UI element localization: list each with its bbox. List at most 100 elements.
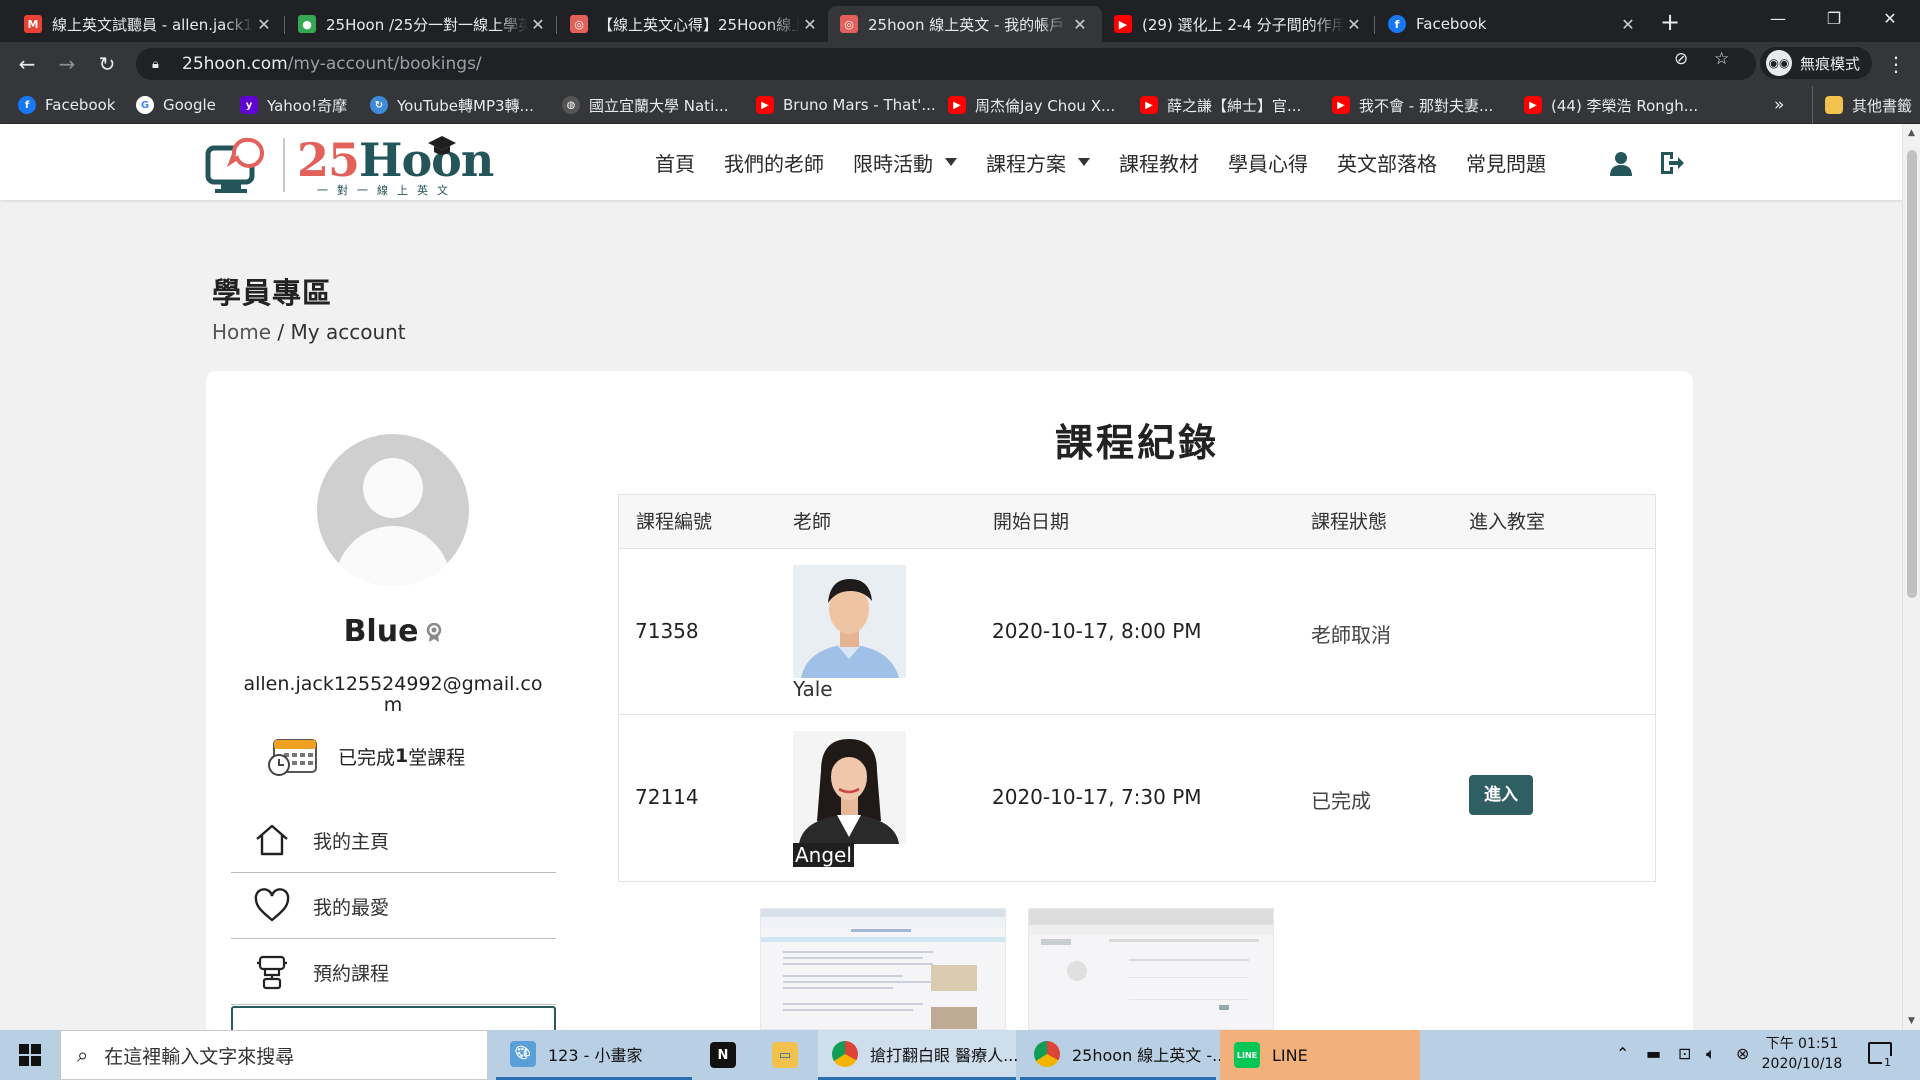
page-title: 學員專區 xyxy=(212,276,333,310)
reload-button[interactable]: ↻ xyxy=(93,50,121,78)
taskbar-app-chrome-2[interactable]: 25hoon 線上英文 -... xyxy=(1020,1030,1227,1080)
close-tab-icon[interactable]: ✕ xyxy=(1618,15,1638,34)
taskbar-app-line[interactable]: LINE LINE xyxy=(1220,1030,1420,1080)
back-button[interactable]: ← xyxy=(13,50,41,78)
booking-status: 已完成 xyxy=(1311,789,1371,813)
taskbar-app-paint[interactable]: 🎨︎ 123 - 小畫家 xyxy=(496,1030,692,1080)
new-tab-button[interactable]: + xyxy=(1655,8,1685,38)
table-row: 72114 Angel 2020-10-17, 7:30 PM 已完成 進入 xyxy=(619,715,1655,881)
browser-menu-icon[interactable]: ⋮ xyxy=(1886,52,1906,76)
close-tab-icon[interactable]: ✕ xyxy=(1070,15,1090,34)
browser-tab[interactable]: f Facebook ✕ xyxy=(1376,6,1650,42)
browser-tab[interactable]: ● 25Hoon /25分一對一線上學英文 ✕ xyxy=(286,6,560,42)
restore-button[interactable]: ❐ xyxy=(1806,4,1862,34)
start-button[interactable] xyxy=(0,1030,60,1080)
browser-tab[interactable]: ▶ (29) 選化上 2-4 分子間的作用力 ✕ xyxy=(1102,6,1376,42)
other-bookmarks[interactable]: 其他書籤 xyxy=(1812,86,1912,124)
taskbar-app-chrome-1[interactable]: 搶打翻白眼 醫療人... xyxy=(818,1030,1018,1080)
browser-tab[interactable]: M 線上英文試聽員 - allen.jack125524992@gmail.co… xyxy=(12,6,286,42)
incognito-indicator[interactable]: ◉◉ 無痕模式 xyxy=(1760,47,1873,79)
nav-item-faq[interactable]: 常見問題 xyxy=(1466,148,1546,177)
completed-suffix: 堂課程 xyxy=(408,746,466,769)
youtube-icon: ▶ xyxy=(948,96,966,114)
close-tab-icon[interactable]: ✕ xyxy=(528,15,548,34)
nav-item-promotions[interactable]: 限時活動 xyxy=(853,148,957,177)
close-window-button[interactable]: ✕ xyxy=(1862,4,1918,34)
volume-icon[interactable]: 🔈︎ xyxy=(1706,1044,1716,1064)
column-header: 課程狀態 xyxy=(1311,511,1388,533)
bookmark-item[interactable]: ▶ 周杰倫Jay Chou X... xyxy=(948,86,1115,124)
bookmark-star-icon[interactable]: ☆ xyxy=(1714,49,1729,69)
nav-item-home[interactable]: 首頁 xyxy=(655,148,695,177)
address-bar[interactable]: 🔒︎ 25hoon.com/my-account/bookings/ xyxy=(136,48,1756,80)
sidebar-item-favorites[interactable]: 我的最愛 xyxy=(231,874,556,939)
nav-item-blog[interactable]: 英文部落格 xyxy=(1337,148,1437,177)
taskbar-app-notion[interactable]: N xyxy=(696,1030,752,1080)
sidebar-item-home[interactable]: 我的主頁 xyxy=(231,808,556,873)
battery-icon[interactable]: ▬ xyxy=(1646,1044,1661,1063)
minimize-button[interactable]: — xyxy=(1750,4,1806,34)
sidebar-item-next[interactable] xyxy=(231,1006,556,1030)
taskbar-app-file-explorer[interactable]: ▭ xyxy=(758,1030,814,1080)
more-bookmarks-button[interactable]: » xyxy=(1774,86,1784,124)
gmail-icon: M xyxy=(24,15,42,33)
page-scrollbar[interactable]: ▲ ▼ xyxy=(1902,124,1920,1030)
nav-item-materials[interactable]: 課程教材 xyxy=(1119,148,1199,177)
teacher-name[interactable]: Angel xyxy=(793,843,854,867)
account-icon[interactable] xyxy=(1608,150,1634,176)
window-preview-paint[interactable] xyxy=(760,908,1006,1030)
bookmark-item[interactable]: ↻ YouTube轉MP3轉... xyxy=(370,86,534,124)
bookmark-item[interactable]: ▶ (44) 李榮浩 Rongh... xyxy=(1524,86,1698,124)
bookmark-item[interactable]: ▶ 薛之謙【紳士】官... xyxy=(1140,86,1301,124)
bookmark-label: 薛之謙【紳士】官... xyxy=(1167,96,1302,115)
close-tab-icon[interactable]: ✕ xyxy=(800,15,820,34)
taskbar-search-placeholder: 在這裡輸入文字來搜尋 xyxy=(104,1045,295,1068)
maps-icon: ● xyxy=(298,15,316,33)
youtube-icon: ▶ xyxy=(1114,15,1132,33)
sync-off-icon[interactable]: ⊗ xyxy=(1736,1044,1749,1063)
teacher-avatar-image xyxy=(793,731,906,844)
network-icon[interactable]: ⊡ xyxy=(1678,1044,1691,1063)
breadcrumb-home-link[interactable]: Home xyxy=(212,320,271,344)
member-badge-icon xyxy=(427,622,442,642)
bookmark-item[interactable]: G Google xyxy=(136,86,216,124)
taskbar-search-box[interactable]: ⌕ 在這裡輸入文字來搜尋 xyxy=(60,1030,488,1080)
teacher-photo[interactable] xyxy=(793,731,906,844)
booking-icon xyxy=(257,955,287,990)
nav-item-plans[interactable]: 課程方案 xyxy=(986,148,1090,177)
youtube-icon: ▶ xyxy=(1524,96,1542,114)
browser-tab[interactable]: ◎ 【線上英文心得】25Hoon線上英文 ✕ xyxy=(558,6,832,42)
tab-title: (29) 選化上 2-4 分子間的作用力 xyxy=(1142,15,1344,34)
teacher-photo[interactable] xyxy=(793,565,906,678)
nav-item-teachers[interactable]: 我們的老師 xyxy=(724,148,824,177)
bookmark-item[interactable]: ▶ Bruno Mars - That'... xyxy=(756,86,936,124)
bookmark-item[interactable]: ◍ 國立宜蘭大學 Nati... xyxy=(562,86,729,124)
youtube-icon: ▶ xyxy=(1332,96,1350,114)
scroll-down-arrow-icon[interactable]: ▼ xyxy=(1908,1016,1915,1026)
site-logo[interactable]: 25Hoon 一對一線上英文 xyxy=(205,132,500,197)
scroll-up-arrow-icon[interactable]: ▲ xyxy=(1908,128,1915,138)
bookings-table: 課程編號 老師 開始日期 課程狀態 進入教室 71358 Yale 2020-1… xyxy=(618,494,1656,882)
close-tab-icon[interactable]: ✕ xyxy=(254,15,274,34)
sidebar-item-booking[interactable]: 預約課程 xyxy=(231,940,556,1005)
nav-item-reviews[interactable]: 學員心得 xyxy=(1228,148,1308,177)
bookmark-item[interactable]: y Yahoo!奇摩 xyxy=(240,86,347,124)
column-header: 開始日期 xyxy=(993,511,1070,533)
enter-classroom-button[interactable]: 進入 xyxy=(1469,775,1533,815)
scrollbar-thumb[interactable] xyxy=(1907,150,1917,598)
globe-icon: ◍ xyxy=(562,96,580,114)
forward-button[interactable]: → xyxy=(53,50,81,78)
window-preview-chrome[interactable] xyxy=(1028,908,1274,1030)
logout-icon[interactable] xyxy=(1658,150,1684,176)
teacher-name[interactable]: Yale xyxy=(793,677,833,701)
bookmark-label: Yahoo!奇摩 xyxy=(267,96,348,115)
notification-count: 1 xyxy=(1882,1056,1893,1069)
tracking-blocked-icon[interactable]: ⊘ xyxy=(1674,49,1688,69)
close-tab-icon[interactable]: ✕ xyxy=(1344,15,1364,34)
tray-chevron-icon[interactable]: ⌃ xyxy=(1616,1044,1629,1063)
bookmark-item[interactable]: ▶ 我不會 - 那對夫妻... xyxy=(1332,86,1493,124)
browser-tab-active[interactable]: ◎ 25hoon 線上英文 - 我的帳戶 ✕ xyxy=(828,6,1102,42)
taskbar-clock[interactable]: 下午 01:51 2020/10/18 xyxy=(1760,1034,1844,1074)
paint-icon: 🎨︎ xyxy=(510,1040,536,1067)
bookmark-item[interactable]: f Facebook xyxy=(18,86,115,124)
